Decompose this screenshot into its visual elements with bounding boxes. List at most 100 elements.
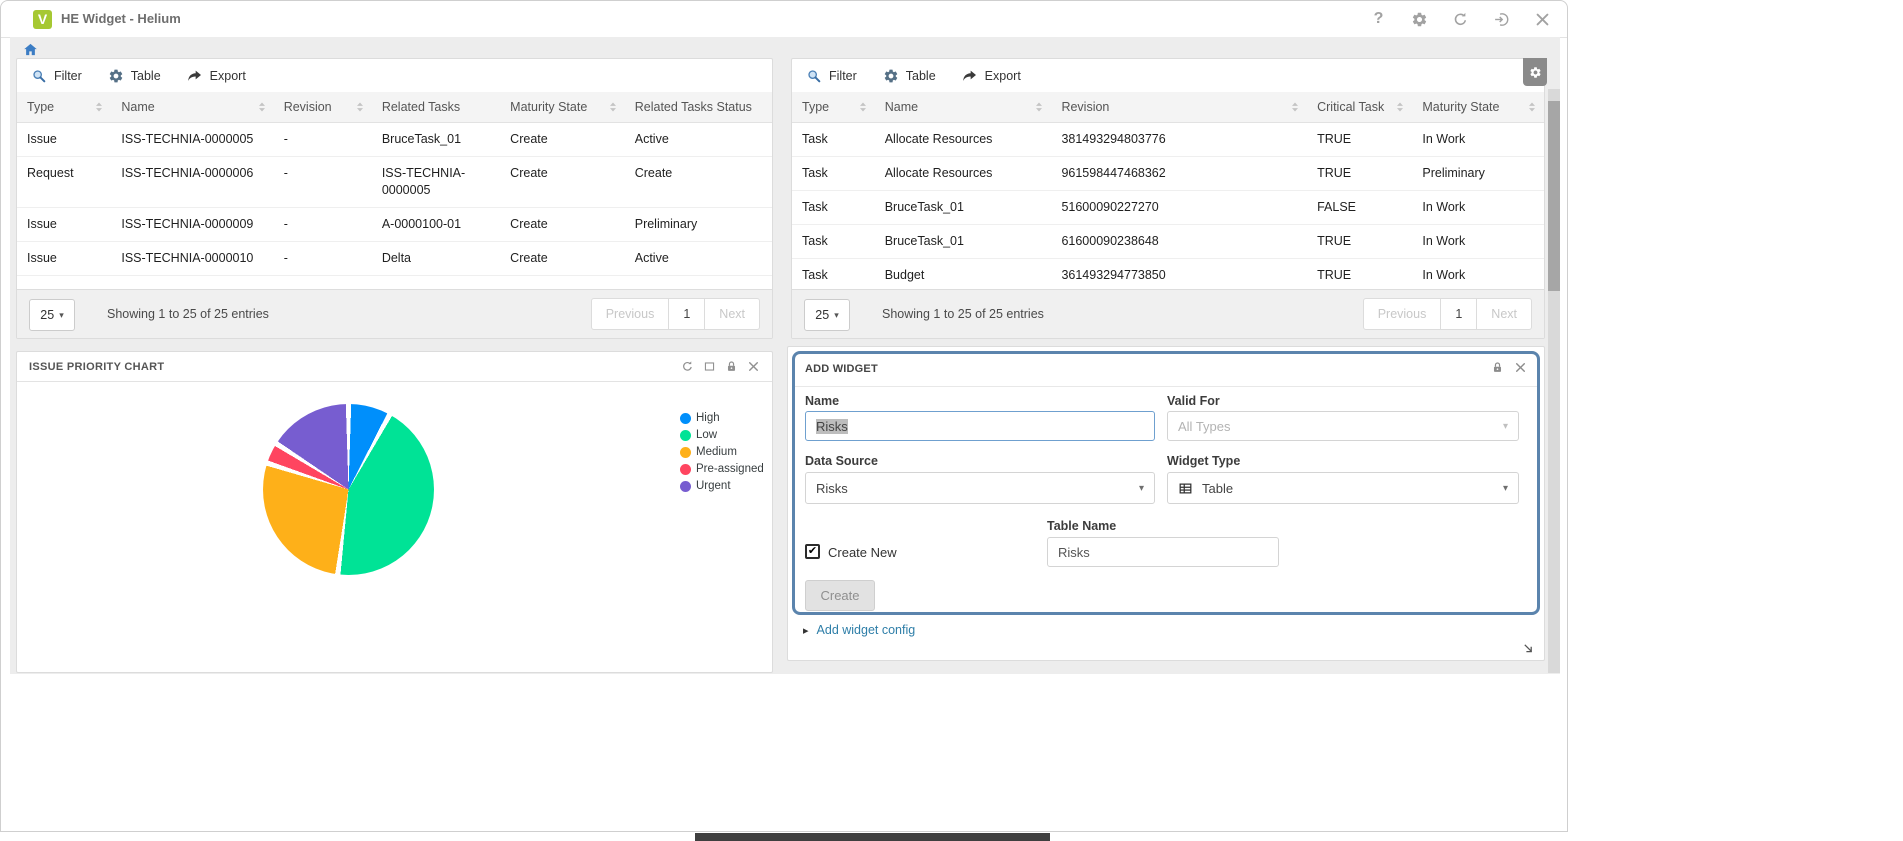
maximize-icon[interactable] (703, 360, 716, 373)
filter-button[interactable]: Filter (806, 68, 857, 84)
table-row[interactable]: TaskAllocate Resources381493294803776TRU… (792, 123, 1544, 157)
legend-item[interactable]: Medium (680, 446, 764, 458)
column-header[interactable]: Maturity State (500, 92, 625, 123)
next-page-button[interactable]: Next (704, 298, 760, 330)
name-input-value: Risks (816, 419, 848, 434)
close-icon[interactable] (747, 360, 760, 373)
table-cell: Issue (17, 242, 111, 276)
resize-handle-icon[interactable] (1520, 640, 1536, 656)
lock-icon[interactable] (725, 360, 738, 373)
page-size-select[interactable]: 25▾ (29, 299, 75, 331)
table-name-label: Table Name (1047, 519, 1116, 533)
close-icon[interactable] (1514, 361, 1527, 374)
table-cell: 61600090238648 (1051, 225, 1307, 259)
table-cell: TRUE (1307, 259, 1412, 293)
column-header[interactable]: Related Tasks Status (625, 92, 772, 123)
column-header[interactable]: Critical Task (1307, 92, 1412, 123)
column-header[interactable]: Type (17, 92, 111, 123)
table-cell: - (274, 123, 372, 157)
data-table: TypeNameRevisionCritical TaskMaturity St… (792, 92, 1544, 293)
page-number-button[interactable]: 1 (1440, 298, 1477, 330)
previous-page-button[interactable]: Previous (591, 298, 670, 330)
column-header[interactable]: Maturity State (1412, 92, 1544, 123)
table-row[interactable]: IssueISS-TECHNIA-0000009-A-0000100-01Cre… (17, 208, 772, 242)
table-cell: ISS-TECHNIA-0000010 (111, 242, 273, 276)
table-cell: ISS-TECHNIA-0000009 (111, 208, 273, 242)
reload-icon[interactable] (681, 360, 694, 373)
vertical-scrollbar[interactable] (1548, 89, 1560, 673)
column-header[interactable]: Type (792, 92, 875, 123)
table-cell: Create (500, 242, 625, 276)
export-button[interactable]: Export (962, 68, 1021, 84)
widget-type-value: Table (1202, 481, 1233, 496)
scrollbar-thumb[interactable] (1548, 101, 1560, 291)
name-input[interactable]: Risks (805, 411, 1155, 441)
refresh-icon[interactable] (1452, 11, 1469, 28)
table-cell: Create (500, 208, 625, 242)
table-cell: TRUE (1307, 157, 1412, 191)
table-settings-button[interactable]: Table (108, 68, 161, 84)
column-header[interactable]: Related Tasks (372, 92, 500, 123)
table-row[interactable]: IssueISS-TECHNIA-0000005-BruceTask_01Cre… (17, 123, 772, 157)
table-cell: ISS-TECHNIA- 0000005 (372, 157, 500, 208)
create-new-checkbox[interactable]: ✔ (805, 544, 820, 559)
valid-for-select[interactable]: All Types ▾ (1167, 411, 1519, 441)
table-name-value: Risks (1058, 545, 1090, 560)
data-source-select[interactable]: Risks ▾ (805, 472, 1155, 504)
settings-gear-icon[interactable] (1411, 11, 1428, 28)
table-cell: - (274, 208, 372, 242)
legend-marker (680, 464, 691, 475)
table-cell: ISS-TECHNIA-0000006 (111, 157, 273, 208)
table-row[interactable]: IssueISS-TECHNIA-0000010-DeltaCreateActi… (17, 242, 772, 276)
legend-label: Medium (696, 446, 737, 458)
legend-item[interactable]: High (680, 412, 764, 424)
issue-priority-chart-widget: ISSUE PRIORITY CHART HighLowMediumPre-as… (16, 351, 773, 673)
column-header[interactable]: Name (875, 92, 1052, 123)
close-icon[interactable] (1534, 11, 1551, 28)
chevron-down-icon: ▾ (59, 310, 64, 321)
sign-out-icon[interactable] (1493, 11, 1510, 28)
home-icon[interactable] (23, 42, 38, 57)
page-size-select[interactable]: 25▾ (804, 299, 850, 331)
table-row[interactable]: TaskBudget361493294773850TRUEIn Work (792, 259, 1544, 293)
pie-chart[interactable] (263, 404, 434, 575)
table-row[interactable]: TaskBruceTask_0151600090227270FALSEIn Wo… (792, 191, 1544, 225)
next-page-button[interactable]: Next (1476, 298, 1532, 330)
column-header[interactable]: Name (111, 92, 273, 123)
table-cell: 51600090227270 (1051, 191, 1307, 225)
divider (795, 386, 1537, 387)
legend-item[interactable]: Urgent (680, 480, 764, 492)
previous-page-button[interactable]: Previous (1363, 298, 1442, 330)
data-table: TypeNameRevisionRelated TasksMaturity St… (17, 92, 772, 276)
search-icon (806, 68, 822, 84)
widget-type-select[interactable]: Table ▾ (1167, 472, 1519, 504)
export-button[interactable]: Export (187, 68, 246, 84)
add-widget-config-toggle[interactable]: ▸ Add widget config (803, 623, 915, 637)
table-cell: BruceTask_01 (875, 225, 1052, 259)
table-settings-button[interactable]: Table (883, 68, 936, 84)
legend-item[interactable]: Low (680, 429, 764, 441)
lock-icon[interactable] (1491, 361, 1504, 374)
table-cell: Create (500, 157, 625, 208)
table-cell: Issue (17, 123, 111, 157)
widget-settings-tab[interactable] (1523, 58, 1547, 86)
window-title: HE Widget - Helium (61, 11, 181, 26)
column-header[interactable]: Revision (274, 92, 372, 123)
table-name-input[interactable]: Risks (1047, 537, 1279, 567)
column-header[interactable]: Revision (1051, 92, 1307, 123)
table-row[interactable]: TaskAllocate Resources961598447468362TRU… (792, 157, 1544, 191)
table-row[interactable]: TaskBruceTask_0161600090238648TRUEIn Wor… (792, 225, 1544, 259)
page-number-button[interactable]: 1 (668, 298, 705, 330)
help-icon[interactable]: ? (1370, 11, 1387, 28)
table-row[interactable]: RequestISS-TECHNIA-0000006-ISS-TECHNIA- … (17, 157, 772, 208)
create-button[interactable]: Create (805, 580, 875, 611)
legend-marker (680, 413, 691, 424)
legend-item[interactable]: Pre-assigned (680, 463, 764, 475)
table-cell: In Work (1412, 259, 1544, 293)
table-cell: FALSE (1307, 191, 1412, 225)
app-window: V HE Widget - Helium ? Filter Table Expo… (0, 0, 1568, 832)
table-cell: Active (625, 123, 772, 157)
title-bar: V HE Widget - Helium ? (1, 1, 1567, 38)
sort-icon (354, 101, 366, 113)
filter-button[interactable]: Filter (31, 68, 82, 84)
